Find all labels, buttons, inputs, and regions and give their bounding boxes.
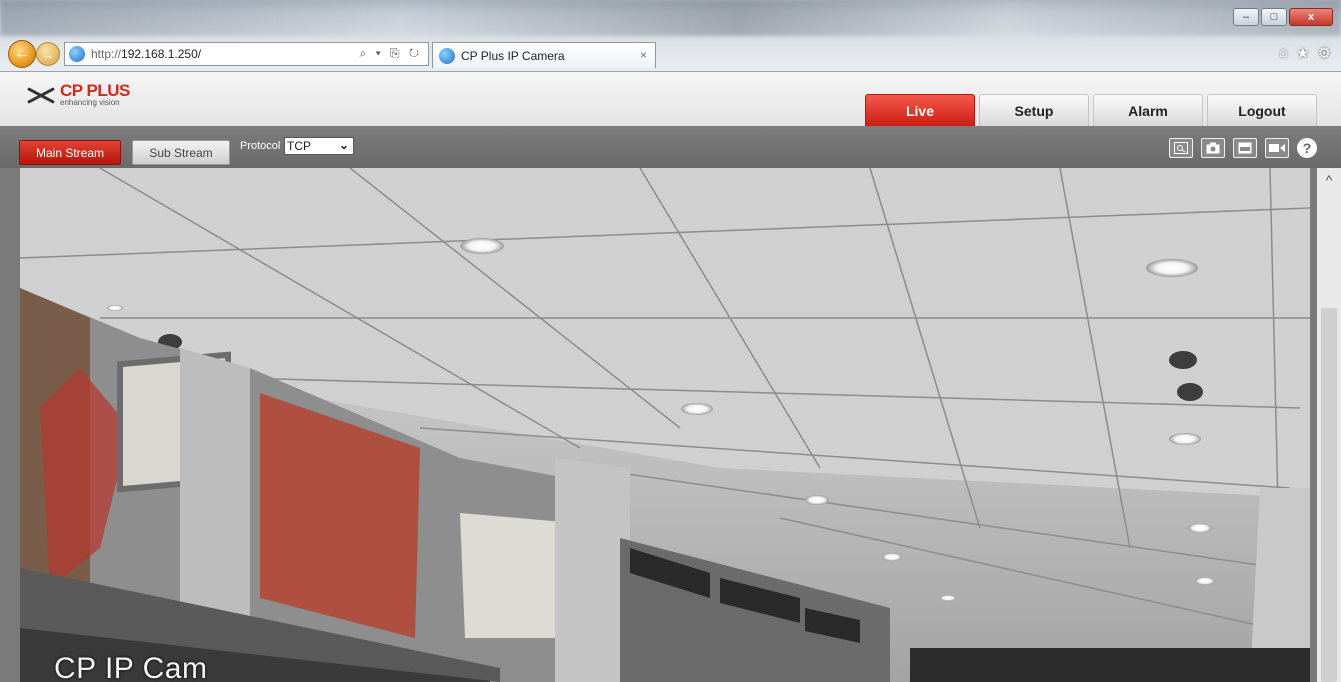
logo-cross-icon [26, 85, 56, 105]
chevron-down-icon: ⌄ [338, 138, 349, 152]
help-icon[interactable]: ? [1297, 138, 1317, 158]
tab-title: CP Plus IP Camera [461, 48, 565, 63]
home-icon[interactable]: ⌂ [1279, 44, 1288, 62]
browser-toolbar-icons: ⌂ ★ ⚙ [1279, 44, 1331, 62]
tab-favicon-icon [439, 47, 455, 64]
record-icon[interactable] [1265, 138, 1289, 158]
tab-close-icon[interactable]: × [640, 48, 647, 62]
main-stream-button[interactable]: Main Stream [19, 140, 121, 165]
live-video-view[interactable]: CP IP Cam [20, 168, 1310, 682]
main-nav: Live Setup Alarm Logout [865, 94, 1317, 126]
tab-live[interactable]: Live [865, 94, 975, 126]
close-window-button[interactable]: x [1289, 8, 1333, 26]
scroll-up-icon[interactable]: ^ [1317, 172, 1341, 192]
title-bar [0, 0, 1341, 36]
scroll-thumb[interactable] [1321, 308, 1337, 682]
tool-icons: ? [1169, 138, 1317, 158]
arrow-left-icon: ← [14, 45, 30, 62]
browser-chrome: – □ x ← → http://192.168.1.250/ ⌕ ▾ ⎘ ↻ … [0, 0, 1341, 72]
browser-globe-icon [69, 46, 85, 62]
address-tools-icon[interactable]: ⌕ ▾ ⎘ ↻ [360, 46, 422, 61]
zoom-icon[interactable] [1169, 138, 1193, 158]
video-frame: CP IP Cam ^ [0, 168, 1341, 682]
tab-alarm[interactable]: Alarm [1093, 94, 1203, 126]
gear-icon[interactable]: ⚙ [1318, 44, 1331, 62]
camera-feed-image [20, 168, 1310, 682]
stream-toolbar: Main Stream Sub Stream Protocol TCP ⌄ ? [0, 126, 1341, 168]
vertical-scrollbar[interactable]: ^ [1317, 168, 1341, 682]
back-button[interactable]: ← [8, 40, 36, 68]
protocol-value: TCP [287, 139, 311, 153]
snapshot-icon[interactable] [1201, 138, 1225, 158]
url-host: 192.168.1.250/ [121, 47, 202, 61]
osd-camera-name: CP IP Cam [54, 652, 208, 682]
sub-stream-button[interactable]: Sub Stream [132, 140, 230, 165]
app-header: CP PLUS enhancing vision Live Setup Alar… [0, 72, 1341, 126]
tab-logout[interactable]: Logout [1207, 94, 1317, 126]
forward-button[interactable]: → [36, 42, 60, 66]
arrow-right-icon: → [41, 46, 55, 62]
url-text: http://192.168.1.250/ [91, 47, 201, 61]
tab-setup[interactable]: Setup [979, 94, 1089, 126]
window-controls: – □ x [1233, 8, 1333, 26]
display-icon[interactable] [1233, 138, 1257, 158]
star-icon[interactable]: ★ [1296, 44, 1309, 62]
protocol-select[interactable]: TCP ⌄ [284, 137, 354, 155]
browser-tab[interactable]: CP Plus IP Camera × [432, 42, 656, 68]
address-bar[interactable]: http://192.168.1.250/ ⌕ ▾ ⎘ ↻ [64, 42, 429, 66]
protocol-label: Protocol [240, 140, 281, 152]
cp-plus-logo: CP PLUS enhancing vision [26, 82, 130, 107]
url-protocol: http:// [91, 47, 122, 61]
logo-brand: CP PLUS [60, 81, 130, 100]
minimize-button[interactable]: – [1233, 8, 1259, 26]
logo-tagline: enhancing vision [60, 98, 120, 107]
maximize-button[interactable]: □ [1261, 8, 1287, 26]
